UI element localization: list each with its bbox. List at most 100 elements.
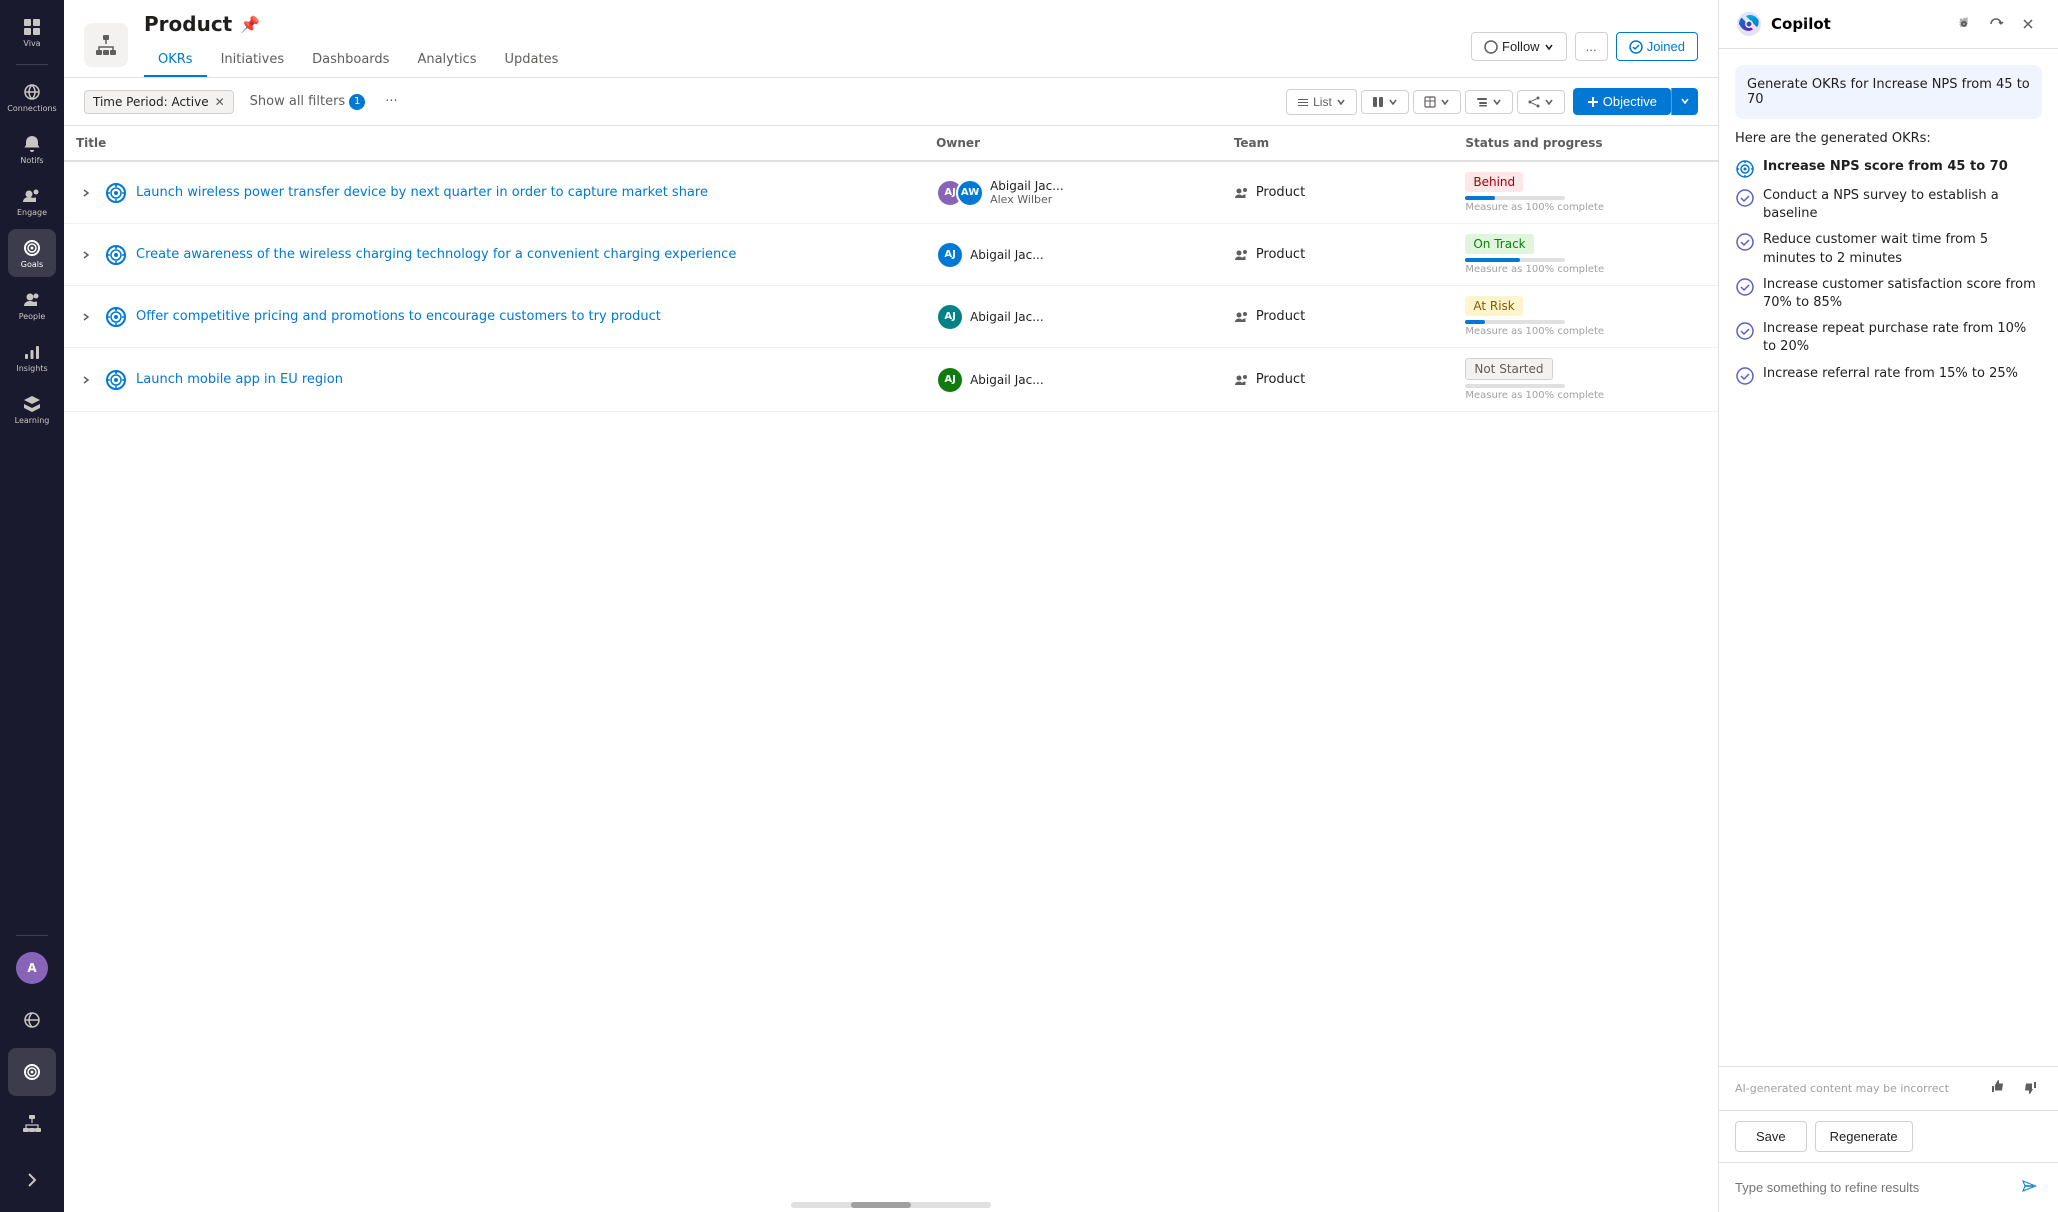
- grid-icon: [22, 17, 42, 37]
- owner-cell: AJ Abigail Jac...: [924, 348, 1222, 412]
- sidebar-item-learning[interactable]: Learning: [8, 385, 56, 433]
- copilot-header: Copilot: [1719, 0, 2058, 49]
- chevron-down-icon: [1680, 96, 1690, 106]
- progress-bar: [1465, 320, 1706, 324]
- avatar: AJ: [936, 241, 964, 269]
- board-view-button[interactable]: [1361, 90, 1409, 114]
- tab-dashboards[interactable]: Dashboards: [298, 44, 403, 77]
- copilot-input-row: [1719, 1162, 2058, 1212]
- status-badge: Not Started: [1465, 358, 1552, 380]
- copilot-send-button[interactable]: [2016, 1173, 2042, 1202]
- checkmark-icon: [1484, 40, 1498, 54]
- copilot-regenerate-button[interactable]: Regenerate: [1815, 1121, 1913, 1152]
- team-icon: [1234, 309, 1250, 325]
- expand-button[interactable]: [76, 370, 96, 390]
- owner-cell: AJ Abigail Jac...: [924, 224, 1222, 286]
- team-name: Product: [1256, 247, 1305, 262]
- measure-text: Measure as 100% complete: [1465, 326, 1706, 337]
- copilot-header-actions: [1950, 10, 2042, 38]
- tab-okrs[interactable]: OKRs: [144, 44, 207, 77]
- team-cell: Product: [1222, 224, 1454, 286]
- thumbs-up-icon: [1990, 1079, 2006, 1095]
- avatar-group: AJ: [936, 303, 964, 331]
- owner-name: Abigail Jac...: [970, 310, 1044, 324]
- horizontal-scrollbar[interactable]: [64, 1198, 1718, 1212]
- copilot-save-button[interactable]: Save: [1735, 1121, 1807, 1152]
- sidebar-item-insights[interactable]: Insights: [8, 333, 56, 381]
- sidebar-bottom-org[interactable]: [8, 1100, 56, 1148]
- more-button[interactable]: ...: [1575, 32, 1608, 61]
- people-icon: [22, 290, 42, 310]
- goals-icon: [22, 238, 42, 258]
- okr-title[interactable]: Offer competitive pricing and promotions…: [136, 309, 661, 324]
- okr-title[interactable]: Launch mobile app in EU region: [136, 372, 343, 387]
- copilot-close-button[interactable]: [2014, 10, 2042, 38]
- copilot-refresh-button[interactable]: [1982, 10, 2010, 38]
- avatar: AJ: [936, 366, 964, 394]
- copilot-footer-bar: AI-generated content may be incorrect: [1719, 1066, 2058, 1110]
- expand-button[interactable]: [76, 307, 96, 327]
- okr-table-container: Title Owner Team Status and progress: [64, 126, 1718, 1198]
- list-view-button[interactable]: List: [1286, 89, 1357, 115]
- sidebar-bottom-expand[interactable]: [8, 1156, 56, 1204]
- okr-title[interactable]: Create awareness of the wireless chargin…: [136, 247, 736, 262]
- filter-more-button[interactable]: ···: [381, 90, 401, 113]
- expand-button[interactable]: [76, 183, 96, 203]
- copilot-okr-item: Increase repeat purchase rate from 10% t…: [1735, 320, 2042, 356]
- thumbs-down-button[interactable]: [2018, 1075, 2042, 1102]
- time-period-filter[interactable]: Time Period: Active ✕: [84, 90, 234, 114]
- expand-button[interactable]: [76, 245, 96, 265]
- sidebar-item-viva[interactable]: Viva: [8, 8, 56, 56]
- okr-title[interactable]: Launch wireless power transfer device by…: [136, 185, 708, 200]
- sidebar-bottom-goals[interactable]: [8, 1048, 56, 1096]
- filter-close-icon[interactable]: ✕: [215, 95, 225, 109]
- show-all-filters-button[interactable]: Show all filters 1: [242, 90, 374, 114]
- status-cell: Not Started Measure as 100% complete: [1453, 348, 1718, 412]
- status-cell: Behind Measure as 100% complete: [1453, 161, 1718, 224]
- refresh-icon: [1988, 16, 2004, 32]
- scrollbar-thumb[interactable]: [851, 1202, 911, 1208]
- thumbs-up-button[interactable]: [1986, 1075, 2010, 1102]
- owner-cell: AJ AW Abigail Jac... Alex Wilber: [924, 161, 1222, 224]
- table-view-button[interactable]: [1413, 90, 1461, 114]
- sidebar-item-connections-label: Connections: [7, 104, 56, 113]
- status-badge: At Risk: [1465, 296, 1522, 316]
- sidebar-item-goals-label: Goals: [21, 260, 43, 269]
- sidebar-item-engage[interactable]: Engage: [8, 177, 56, 225]
- sidebar-item-notifications[interactable]: Notifs: [8, 125, 56, 173]
- page-header-actions: Follow ... Joined: [1471, 28, 1698, 61]
- copilot-settings-button[interactable]: [1950, 10, 1978, 38]
- objective-icon: [104, 181, 128, 205]
- tab-analytics[interactable]: Analytics: [403, 44, 490, 77]
- copilot-okr-item: Conduct a NPS survey to establish a base…: [1735, 187, 2042, 223]
- add-objective-button[interactable]: Objective: [1573, 88, 1671, 115]
- sidebar-bottom-avatar[interactable]: A: [8, 944, 56, 992]
- progress-fill: [1465, 196, 1495, 200]
- org-icon: [22, 1114, 42, 1134]
- nav-separator-2: [16, 935, 48, 936]
- sidebar-bottom-globe[interactable]: [8, 996, 56, 1044]
- copilot-refine-input[interactable]: [1735, 1180, 2008, 1195]
- filter-badge: 1: [349, 94, 365, 110]
- joined-button[interactable]: Joined: [1616, 32, 1698, 61]
- tab-initiatives[interactable]: Initiatives: [207, 44, 299, 77]
- copilot-prompt-box: Generate OKRs for Increase NPS from 45 t…: [1735, 65, 2042, 119]
- table-row: Offer competitive pricing and promotions…: [64, 286, 1718, 348]
- share-view-button[interactable]: [1517, 90, 1565, 114]
- copilot-title: Copilot: [1771, 15, 1942, 33]
- sidebar-item-people[interactable]: People: [8, 281, 56, 329]
- owner-name: Abigail Jac... Alex Wilber: [990, 179, 1064, 206]
- follow-button[interactable]: Follow: [1471, 32, 1567, 61]
- group-view-button[interactable]: [1465, 90, 1513, 114]
- okr-item-text: Increase referral rate from 15% to 25%: [1763, 365, 2018, 383]
- tab-updates[interactable]: Updates: [490, 44, 572, 77]
- sidebar-item-goals[interactable]: Goals: [8, 229, 56, 277]
- sidebar-item-viva-label: Viva: [23, 39, 40, 48]
- plus-icon: [1587, 96, 1599, 108]
- add-objective-split-button[interactable]: [1671, 88, 1698, 115]
- measure-text: Measure as 100% complete: [1465, 202, 1706, 213]
- okr-item-text: Reduce customer wait time from 5 minutes…: [1763, 231, 2042, 267]
- chevron-right-icon: [81, 375, 91, 385]
- sidebar-item-connections[interactable]: Connections: [8, 73, 56, 121]
- owner-name: Abigail Jac...: [970, 248, 1044, 262]
